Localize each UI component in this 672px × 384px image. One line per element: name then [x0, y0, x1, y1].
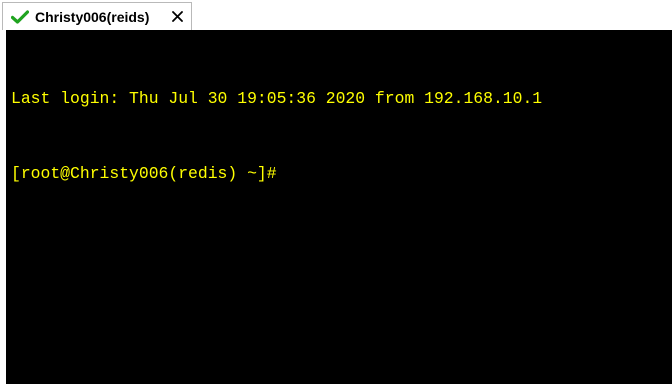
tab-title: Christy006(reids) [35, 8, 150, 25]
close-icon[interactable] [171, 11, 183, 23]
ssh-client-window: Christy006(reids) Last login: Thu Jul 30… [0, 0, 672, 384]
terminal-line-last-login: Last login: Thu Jul 30 19:05:36 2020 fro… [11, 89, 543, 108]
terminal-prompt-line: [root@Christy006(redis) ~]# [11, 164, 277, 183]
session-tab[interactable]: Christy006(reids) [2, 2, 192, 30]
tab-strip: Christy006(reids) [0, 0, 672, 30]
terminal-area[interactable]: Last login: Thu Jul 30 19:05:36 2020 fro… [6, 30, 672, 384]
checkmark-icon [11, 9, 31, 25]
